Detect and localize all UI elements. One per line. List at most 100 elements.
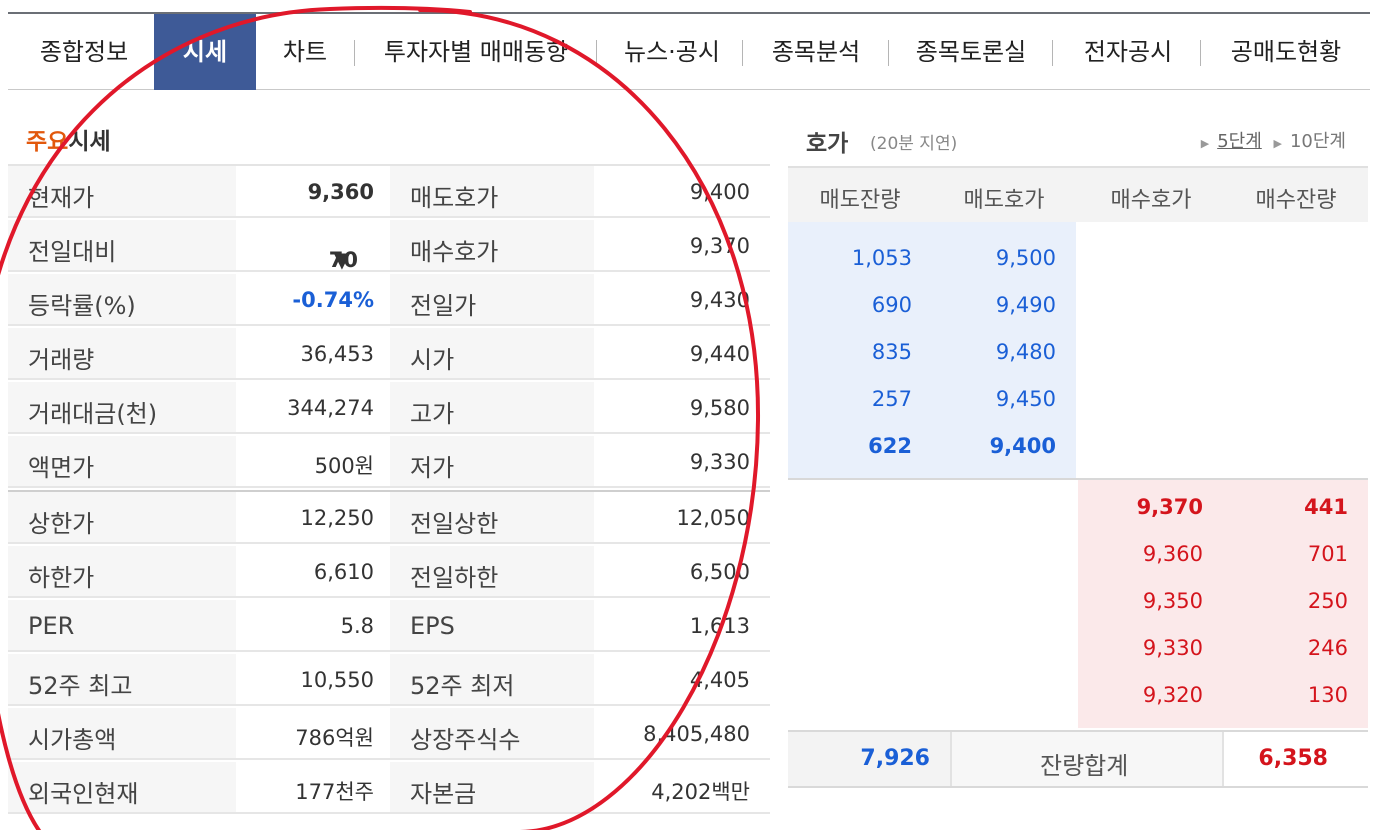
- quote-row: 액면가 500원 저가 9,330: [8, 436, 770, 490]
- ask-price-value-cell: 9,400: [594, 166, 770, 218]
- listed-shares-value-cell: 8,405,480: [594, 708, 770, 760]
- tab-disclosure[interactable]: 전자공시: [1084, 14, 1172, 90]
- lower-limit-label: 하한가: [28, 564, 95, 592]
- tab-divider: [888, 40, 889, 66]
- change-rate-value-cell: -0.74%: [236, 274, 390, 326]
- quote-row: 외국인현재 177천주 자본금 4,202백만: [8, 762, 770, 816]
- market-cap-value-cell: 786억원: [236, 708, 390, 760]
- triangle-right-icon: ▶: [1273, 137, 1282, 150]
- ask-qty: 690: [871, 293, 912, 317]
- open-price-label: 시가: [410, 346, 455, 374]
- tab-divider: [354, 40, 355, 66]
- week52-high-value: 10,550: [300, 668, 374, 692]
- ask-qty: 835: [871, 340, 912, 364]
- total-label-cell: 잔량합계: [950, 732, 1224, 786]
- bid-price[interactable]: 9,350: [1143, 589, 1203, 613]
- ask-price[interactable]: 9,480: [996, 340, 1056, 364]
- bid-price-value: 9,370: [689, 234, 750, 258]
- prev-upper-limit-value: 12,050: [676, 506, 750, 530]
- level-5-link[interactable]: 5단계: [1217, 131, 1262, 152]
- prev-lower-limit-value: 6,500: [689, 560, 750, 584]
- current-price-label-cell: 현재가: [8, 166, 236, 218]
- bid-qty: 250: [1307, 589, 1348, 613]
- bid-qty: 246: [1307, 636, 1348, 660]
- tab-news[interactable]: 뉴스·공시: [624, 14, 720, 90]
- bid-qty: 701: [1307, 542, 1348, 566]
- ask-row: 690 9,490: [788, 293, 1076, 340]
- level-10-link[interactable]: 10단계: [1290, 131, 1346, 152]
- tab-chart[interactable]: 차트: [283, 14, 327, 90]
- face-value-value-cell: 500원: [236, 436, 390, 488]
- quote-table: 현재가 9,360 매도호가 9,400 전일대비 ▼ 70 매수호가 9,370 등락률(%) -…: [8, 164, 770, 818]
- high-price-label-cell: 고가: [390, 382, 594, 434]
- market-cap-label-cell: 시가총액: [8, 708, 236, 760]
- ask-price[interactable]: 9,500: [996, 246, 1056, 270]
- bid-price-value-cell: 9,370: [594, 220, 770, 272]
- upper-limit-value-cell: 12,250: [236, 492, 390, 544]
- change-rate-label: 등락률(%): [28, 292, 136, 320]
- low-price-label: 저가: [410, 454, 455, 482]
- current-price-value: 9,360: [307, 180, 374, 204]
- listed-shares-label: 상장주식수: [410, 726, 521, 754]
- open-price-label-cell: 시가: [390, 328, 594, 380]
- week52-high-label: 52주 최고: [28, 672, 133, 700]
- face-value-label: 액면가: [28, 454, 95, 482]
- bid-row: 9,330 246: [1078, 636, 1368, 683]
- bid-price[interactable]: 9,370: [1137, 495, 1203, 519]
- market-cap-value: 786억원: [295, 726, 374, 750]
- bid-price[interactable]: 9,360: [1143, 542, 1203, 566]
- quote-row: 거래대금(천) 344,274 고가 9,580: [8, 382, 770, 436]
- quote-row: 거래량 36,453 시가 9,440: [8, 328, 770, 382]
- title-rest: 시세: [68, 129, 111, 155]
- low-price-label-cell: 저가: [390, 436, 594, 488]
- per-value: 5.8: [340, 614, 374, 638]
- prev-close-label-cell: 전일가: [390, 274, 594, 326]
- total-ask-qty: 7,926: [860, 746, 930, 771]
- change-amount: 70: [328, 248, 358, 272]
- header-ask-qty: 매도잔량: [819, 188, 901, 213]
- ask-price-label-cell: 매도호가: [390, 166, 594, 218]
- prev-upper-limit-label-cell: 전일상한: [390, 492, 594, 544]
- capital-value: 4,202백만: [651, 780, 750, 804]
- header-bid-price: 매수호가: [1110, 188, 1192, 213]
- quote-row: 시가총액 786억원 상장주식수 8,405,480: [8, 708, 770, 762]
- quote-row: 하한가 6,610 전일하한 6,500: [8, 546, 770, 600]
- capital-label-cell: 자본금: [390, 762, 594, 814]
- capital-value-cell: 4,202백만: [594, 762, 770, 814]
- capital-label: 자본금: [410, 780, 477, 808]
- eps-label: EPS: [410, 612, 455, 640]
- tab-investor-trading[interactable]: 투자자별 매매동향: [384, 14, 568, 90]
- total-ask-cell: 7,926: [788, 732, 950, 786]
- tab-divider: [1052, 40, 1053, 66]
- ask-price[interactable]: 9,490: [996, 293, 1056, 317]
- bid-qty: 130: [1307, 683, 1348, 707]
- bid-row: 9,350 250: [1078, 589, 1368, 636]
- tab-price[interactable]: 시세: [154, 14, 256, 90]
- per-value-cell: 5.8: [236, 600, 390, 652]
- bid-price[interactable]: 9,320: [1143, 683, 1203, 707]
- change-rate-value: -0.74%: [292, 288, 374, 312]
- quote-row: 52주 최고 10,550 52주 최저 4,405: [8, 654, 770, 708]
- foreign-holding-label-cell: 외국인현재: [8, 762, 236, 814]
- tab-analysis[interactable]: 종목분석: [772, 14, 860, 90]
- bid-price[interactable]: 9,330: [1143, 636, 1203, 660]
- triangle-right-icon: ▶: [1200, 137, 1210, 150]
- foreign-holding-label: 외국인현재: [28, 780, 139, 808]
- ask-price[interactable]: 9,400: [990, 434, 1056, 458]
- tab-summary[interactable]: 종합정보: [40, 14, 128, 90]
- ask-price[interactable]: 9,450: [996, 387, 1056, 411]
- orderbook-level-selector: ▶ 5단계 ▶ 10단계: [1195, 127, 1346, 153]
- lower-limit-label-cell: 하한가: [8, 546, 236, 598]
- prev-lower-limit-label: 전일하한: [410, 564, 499, 592]
- low-price-value-cell: 9,330: [594, 436, 770, 488]
- title-accent: 주요: [26, 129, 69, 155]
- market-cap-label: 시가총액: [28, 726, 117, 754]
- tab-divider: [742, 40, 743, 66]
- tab-short-selling[interactable]: 공매도현황: [1231, 14, 1341, 90]
- ask-row: 835 9,480: [788, 340, 1076, 387]
- prev-lower-limit-label-cell: 전일하한: [390, 546, 594, 598]
- face-value-value: 500원: [314, 454, 374, 478]
- per-label: PER: [28, 612, 75, 640]
- prev-lower-limit-value-cell: 6,500: [594, 546, 770, 598]
- tab-forum[interactable]: 종목토론실: [916, 14, 1026, 90]
